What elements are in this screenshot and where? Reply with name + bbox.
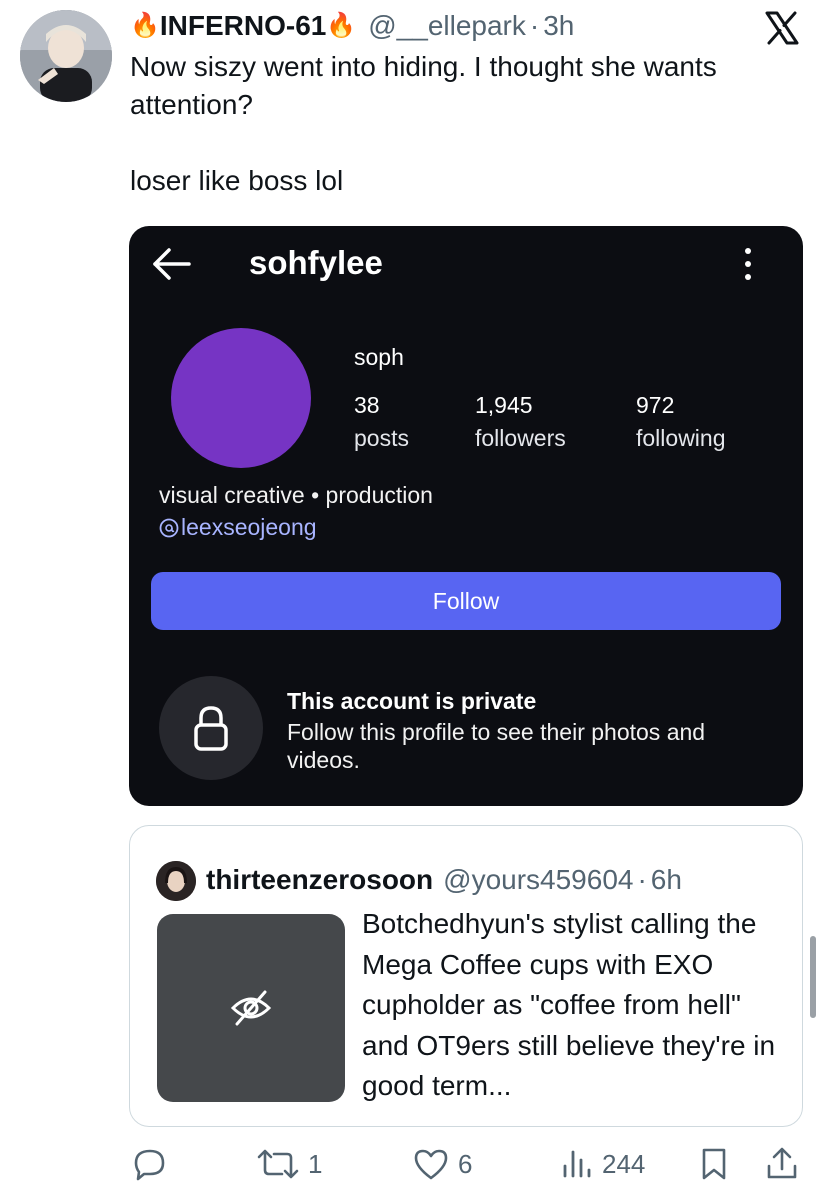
- like-icon: [414, 1149, 448, 1180]
- retweet-button[interactable]: 1: [256, 1144, 322, 1184]
- retweet-count: 1: [308, 1148, 323, 1179]
- reply-button[interactable]: [132, 1144, 168, 1184]
- separator-dot: ·: [637, 864, 647, 895]
- stat-label: following: [636, 425, 726, 451]
- ig-threads-link: leexseojeong: [159, 514, 317, 541]
- quote-header: thirteenzerosoon @yours459604 · 6h: [206, 860, 682, 900]
- author-handle[interactable]: @__ellepark: [368, 10, 526, 42]
- quote-author-avatar: [156, 861, 196, 901]
- separator-dot: ·: [529, 10, 540, 41]
- eye-off-icon: [229, 986, 273, 1030]
- author-avatar[interactable]: [20, 10, 112, 102]
- stat-value: 972: [636, 392, 675, 418]
- ig-stat-following: 972 following: [636, 392, 726, 452]
- instagram-screenshot[interactable]: sohfylee soph 38 posts 1,945 followers 9…: [129, 226, 803, 806]
- author-display-name[interactable]: INFERNO-61: [160, 10, 326, 42]
- hidden-media[interactable]: [157, 914, 345, 1102]
- more-vert-icon: [743, 248, 753, 284]
- ig-stat-followers: 1,945 followers: [475, 392, 566, 452]
- scrollbar[interactable]: [810, 936, 816, 1018]
- x-logo-icon: [764, 10, 800, 46]
- stat-value: 1,945: [475, 392, 533, 418]
- like-count: 6: [458, 1148, 473, 1179]
- tweet-text: Now siszy went into hiding. I thought sh…: [130, 51, 717, 196]
- stat-label: posts: [354, 425, 409, 451]
- stat-value: 38: [354, 392, 380, 418]
- reply-icon: [134, 1149, 165, 1181]
- ig-profile-picture: [171, 328, 311, 468]
- views-icon: [563, 1150, 591, 1178]
- views-button[interactable]: 244: [560, 1144, 645, 1184]
- threads-handle: leexseojeong: [181, 514, 317, 540]
- retweet-icon: [257, 1149, 299, 1179]
- private-title: This account is private: [287, 688, 537, 714]
- like-button[interactable]: 6: [412, 1144, 472, 1184]
- lock-icon: [194, 706, 228, 751]
- threads-icon: [159, 518, 179, 537]
- bookmark-button[interactable]: [698, 1144, 730, 1184]
- lock-badge: [159, 676, 263, 780]
- share-button[interactable]: [764, 1144, 800, 1184]
- quoted-tweet[interactable]: thirteenzerosoon @yours459604 · 6h Botch…: [129, 825, 803, 1127]
- quote-time: 6h: [650, 864, 682, 895]
- views-count: 244: [602, 1148, 646, 1179]
- quote-handle: @yours459604: [443, 864, 634, 895]
- fire-emoji: 🔥: [130, 12, 160, 39]
- ig-name: soph: [354, 344, 404, 370]
- tweet-header: 🔥 INFERNO-61 🔥 @__ellepark · 3h: [130, 6, 574, 46]
- quote-text: Botchedhyun's stylist calling the Mega C…: [362, 908, 776, 1101]
- stat-label: followers: [475, 425, 566, 451]
- quote-display-name: thirteenzerosoon: [206, 864, 434, 895]
- share-icon: [767, 1147, 797, 1179]
- private-description: Follow this profile to see their photos …: [287, 719, 706, 773]
- ig-bio: visual creative • production: [159, 482, 433, 508]
- bookmark-icon: [702, 1148, 726, 1180]
- fire-emoji: 🔥: [326, 12, 357, 39]
- ig-username: sohfylee: [249, 244, 383, 281]
- ig-stat-posts: 38 posts: [354, 392, 409, 452]
- tweet-time[interactable]: 3h: [543, 10, 574, 42]
- back-arrow-icon: [149, 244, 193, 284]
- ig-follow-button: Follow: [151, 572, 781, 630]
